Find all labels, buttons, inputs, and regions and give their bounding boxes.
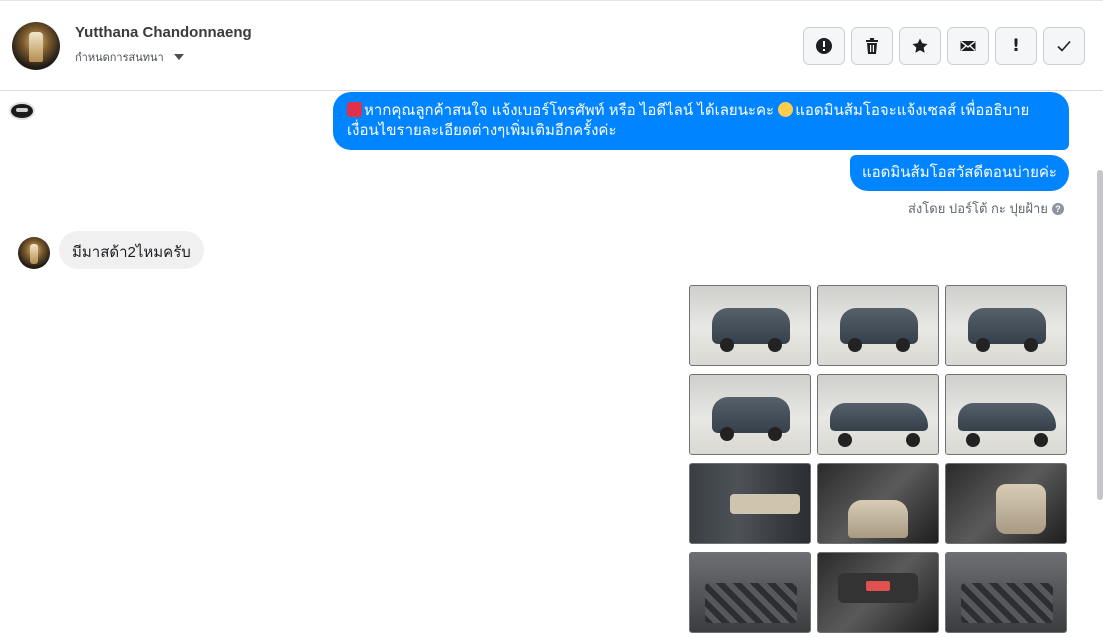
car-photo[interactable] [945, 285, 1067, 366]
conversation-toolbar: ! [803, 27, 1085, 65]
trash-icon [866, 38, 878, 54]
page-avatar [9, 102, 35, 120]
incoming-message[interactable]: มีมาสด้า2ไหมครับ [59, 231, 204, 269]
car-photo[interactable] [945, 552, 1067, 633]
star-button[interactable] [899, 27, 941, 65]
car-photo[interactable] [817, 552, 939, 633]
exclamation-icon: ! [1012, 36, 1020, 56]
car-photo[interactable] [945, 463, 1067, 544]
car-photo[interactable] [817, 285, 939, 366]
sent-by-text: ส่งโดย ปอร์โต้ กะ ปุยฝ้าย [908, 201, 1048, 216]
car-photo[interactable] [689, 374, 811, 455]
follow-up-button[interactable]: ! [995, 27, 1037, 65]
telephone-emoji-icon [347, 102, 362, 117]
incoming-message-text: มีมาสด้า2ไหมครับ [72, 244, 191, 261]
car-photo[interactable] [817, 463, 939, 544]
smiling-hearts-emoji-icon [778, 102, 794, 117]
star-icon [912, 38, 928, 53]
alert-circle-icon [816, 38, 832, 54]
car-photo[interactable] [689, 463, 811, 544]
outgoing-message[interactable]: หากคุณลูกค้าสนใจ แจ้งเบอร์โทรศัพท์ หรือ … [333, 92, 1069, 150]
contact-avatar-small [18, 237, 50, 269]
outgoing-message-text: แอดมินส้มโอสวัสดีตอนบ่ายค่ะ [862, 164, 1057, 181]
mark-done-button[interactable] [1043, 27, 1085, 65]
spam-button[interactable] [803, 27, 845, 65]
mark-unread-button[interactable] [947, 27, 989, 65]
car-photo[interactable] [689, 552, 811, 633]
contact-avatar[interactable] [12, 22, 60, 70]
caret-down-icon [173, 54, 184, 60]
assign-conversation-dropdown[interactable]: กำหนดการสนทนา [75, 48, 184, 66]
photo-album [689, 285, 1067, 633]
inbox-conversation: Yutthana Chandonnaeng กำหนดการสนทนา ! หา… [0, 0, 1103, 637]
car-photo[interactable] [689, 285, 811, 366]
sent-by-label: ส่งโดย ปอร์โต้ กะ ปุยฝ้าย ? [908, 198, 1064, 219]
message-thread: หากคุณลูกค้าสนใจ แจ้งเบอร์โทรศัพท์ หรือ … [0, 92, 1103, 637]
car-photo[interactable] [945, 374, 1067, 455]
conversation-header: Yutthana Chandonnaeng กำหนดการสนทนา ! [0, 1, 1103, 91]
check-icon [1057, 40, 1071, 52]
scrollbar[interactable] [1097, 170, 1103, 500]
outgoing-message[interactable]: แอดมินส้มโอสวัสดีตอนบ่ายค่ะ [850, 155, 1069, 191]
outgoing-message-text-1: หากคุณลูกค้าสนใจ แจ้งเบอร์โทรศัพท์ หรือ … [364, 102, 779, 119]
envelope-icon [960, 40, 976, 51]
car-photo[interactable] [817, 374, 939, 455]
delete-button[interactable] [851, 27, 893, 65]
contact-name[interactable]: Yutthana Chandonnaeng [75, 24, 252, 41]
help-icon[interactable]: ? [1051, 202, 1064, 215]
assign-label: กำหนดการสนทนา [75, 51, 164, 64]
